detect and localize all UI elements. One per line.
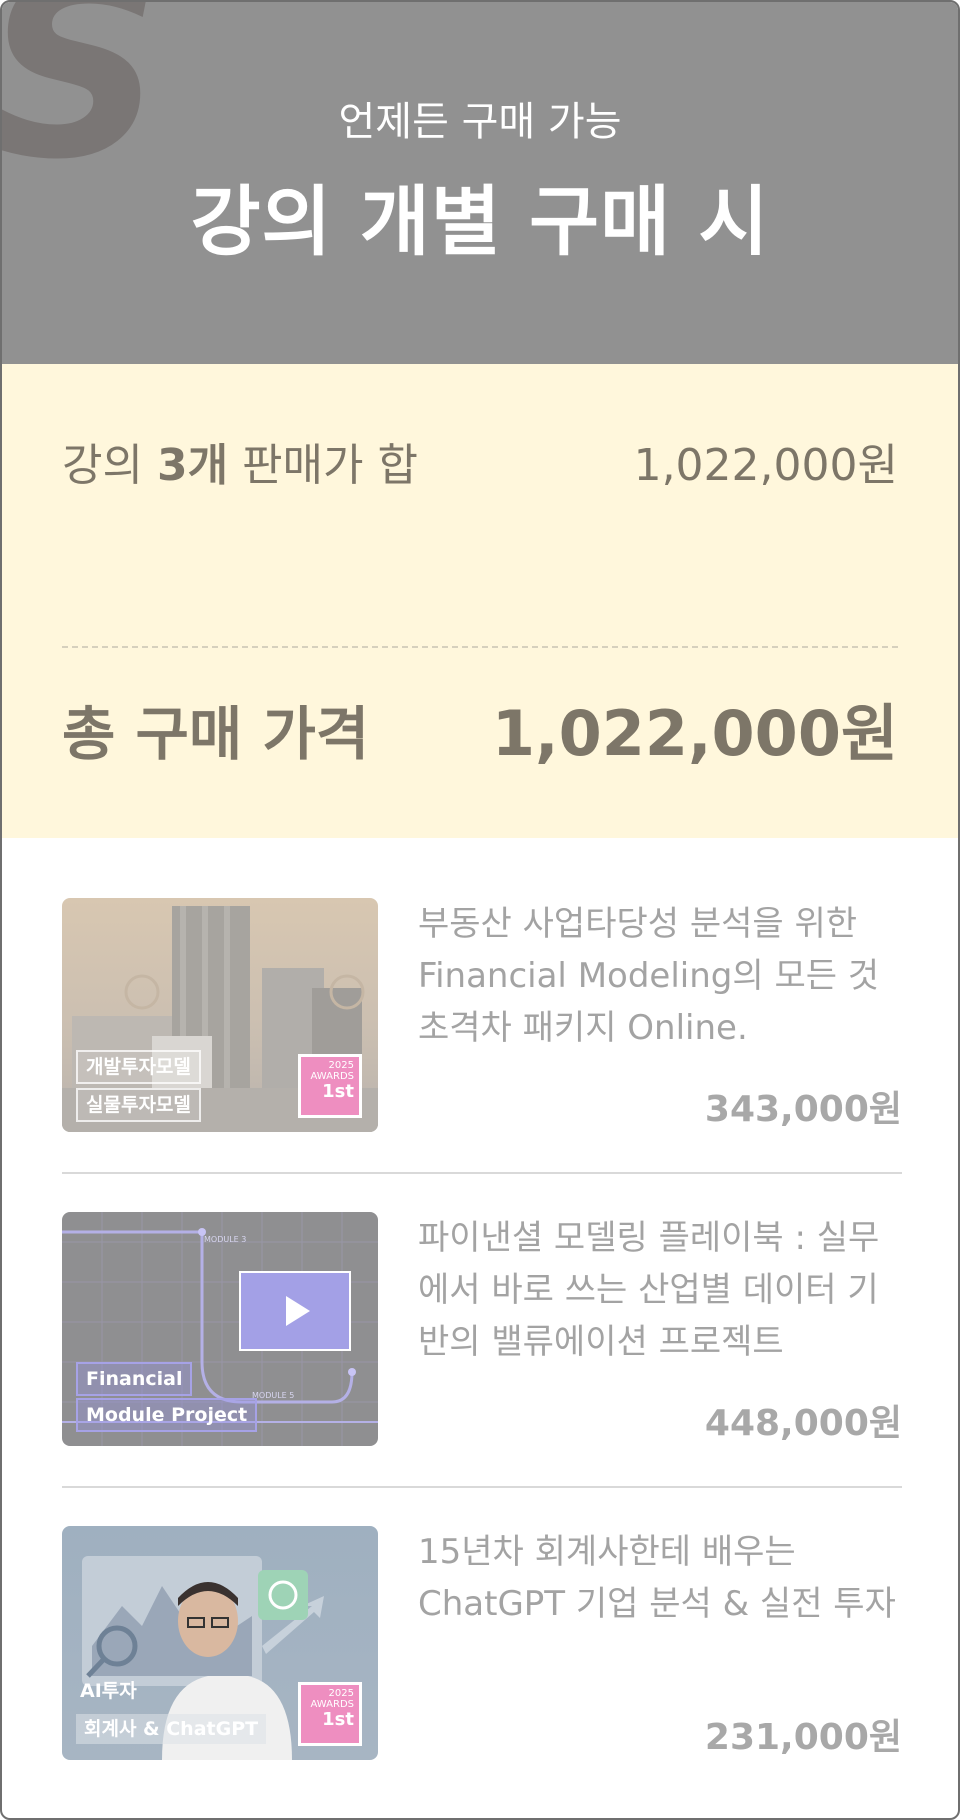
award-year: 2025 [328, 1688, 354, 1699]
course-tag: Financial [76, 1362, 193, 1396]
course-sum-suffix: 판매가 합 [228, 440, 418, 491]
award-rank: 1st [322, 1709, 354, 1730]
course-thumbnail[interactable]: AI투자 회계사 & ChatGPT 2025 AWARDS 1st [62, 1526, 378, 1760]
course-thumbnail[interactable]: MODULE 3 MODULE 5 Financial Module Proje… [62, 1212, 378, 1446]
course-sum-value: 1,022,000원 [633, 440, 898, 491]
course-tag: 회계사 & ChatGPT [76, 1714, 267, 1744]
course-price: 448,000원 [704, 1403, 902, 1444]
total-price-value: 1,022,000원 [491, 697, 898, 770]
total-price-label: 총 구매 가격 [62, 700, 370, 768]
summary-divider [62, 646, 898, 648]
header-subtitle: 언제든 구매 가능 [338, 99, 622, 145]
course-tag: 실물투자모델 [76, 1088, 201, 1122]
price-summary: 강의 3개 판매가 합 1,022,000원 총 구매 가격 1,022,000… [2, 364, 958, 838]
course-title[interactable]: 파이낸셜 모델링 플레이북 : 실무에서 바로 쓰는 산업별 데이터 기반의 밸… [418, 1212, 902, 1368]
pricing-card: S 언제든 구매 가능 강의 개별 구매 시 강의 3개 판매가 합 1,022… [0, 0, 960, 1820]
award-badge: 2025 AWARDS 1st [298, 1054, 362, 1118]
award-badge: 2025 AWARDS 1st [298, 1682, 362, 1746]
course-item[interactable]: 개발투자모델 실물투자모델 2025 AWARDS 1st 부동산 사업타당성 … [62, 898, 902, 1132]
course-divider [62, 1486, 902, 1488]
course-thumbnail[interactable]: 개발투자모델 실물투자모델 2025 AWARDS 1st [62, 898, 378, 1132]
course-price: 343,000원 [704, 1089, 902, 1130]
course-tag: Module Project [76, 1398, 258, 1432]
course-sum-label: 강의 3개 판매가 합 [62, 438, 418, 494]
module-label: MODULE 3 [204, 1235, 246, 1244]
course-count: 3개 [156, 440, 229, 491]
award-rank: 1st [322, 1081, 354, 1102]
module-label: MODULE 5 [252, 1391, 294, 1400]
course-item[interactable]: AI투자 회계사 & ChatGPT 2025 AWARDS 1st 15년차 … [62, 1526, 902, 1760]
course-sum-prefix: 강의 [62, 440, 157, 491]
course-tag: 개발투자모델 [76, 1050, 201, 1084]
course-tag: AI투자 [80, 1680, 137, 1702]
chatgpt-icon [258, 1570, 308, 1620]
course-divider [62, 1172, 902, 1174]
course-title[interactable]: 부동산 사업타당성 분석을 위한 Financial Modeling의 모든 … [418, 898, 902, 1054]
course-price: 231,000원 [704, 1717, 902, 1758]
header-title: 강의 개별 구매 시 [190, 177, 770, 266]
course-item[interactable]: MODULE 3 MODULE 5 Financial Module Proje… [62, 1212, 902, 1446]
award-year: 2025 [328, 1060, 354, 1071]
course-title[interactable]: 15년차 회계사한테 배우는 ChatGPT 기업 분석 & 실전 투자 [418, 1526, 902, 1630]
pricing-header: S 언제든 구매 가능 강의 개별 구매 시 [2, 2, 958, 364]
